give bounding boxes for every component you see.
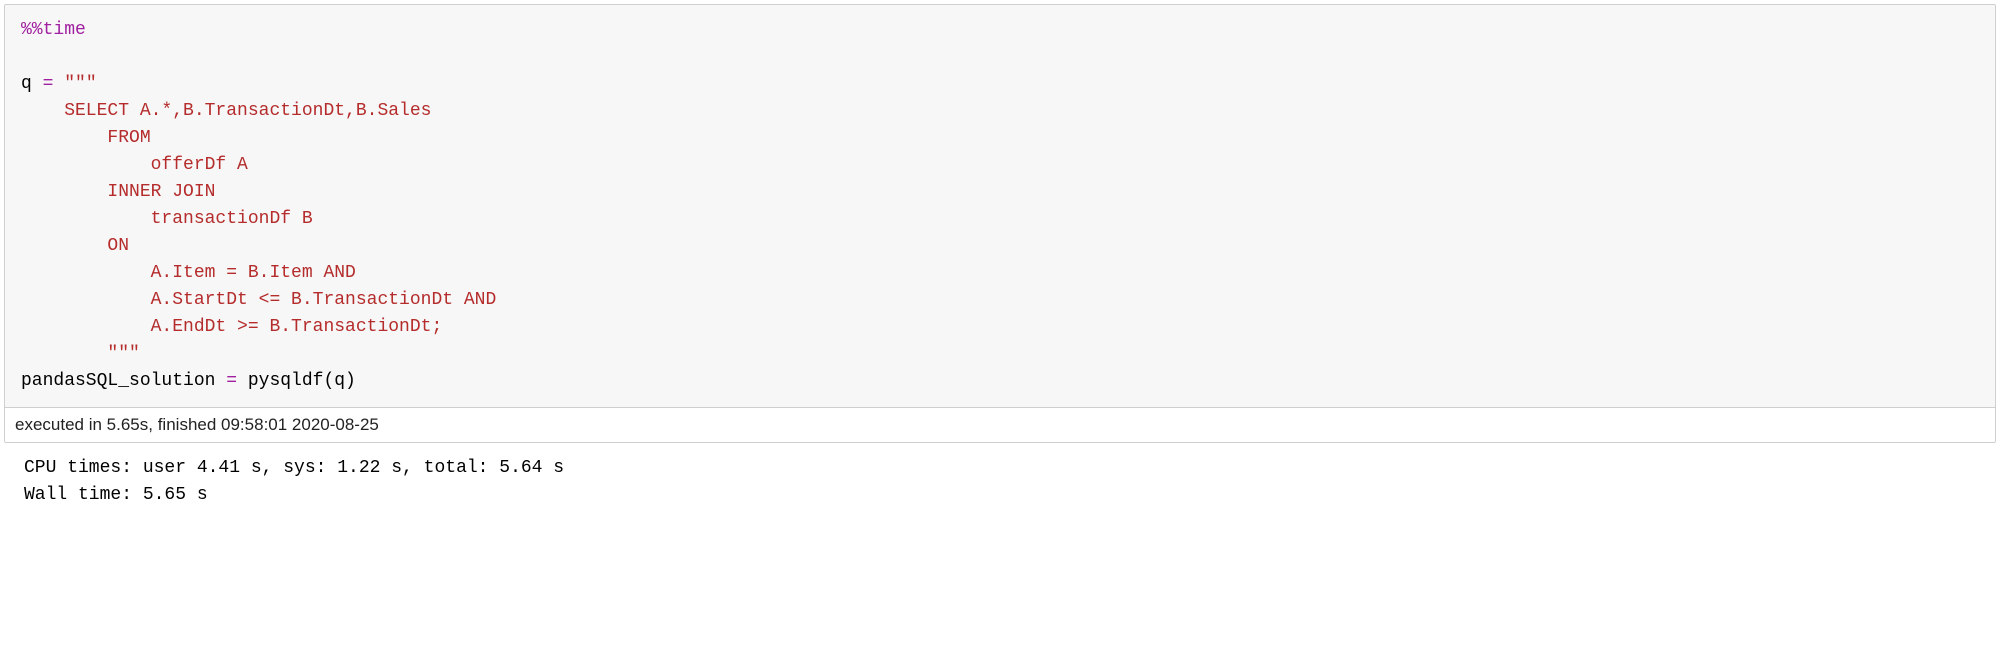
code-token-func: pysqldf(q) bbox=[248, 371, 356, 391]
code-token-op: = bbox=[43, 74, 65, 94]
code-input-area[interactable]: %%time q = """ SELECT A.*,B.TransactionD… bbox=[5, 5, 1995, 407]
code-token-str: """ bbox=[64, 74, 96, 94]
code-token-str: A.Item = B.Item AND bbox=[21, 263, 356, 283]
code-token-str: INNER JOIN bbox=[21, 182, 215, 202]
cell-output: CPU times: user 4.41 s, sys: 1.22 s, tot… bbox=[4, 443, 1996, 515]
magic-command: %%time bbox=[21, 20, 86, 40]
code-token-str: ON bbox=[21, 236, 129, 256]
code-token-str: A.StartDt <= B.TransactionDt AND bbox=[21, 290, 496, 310]
output-line: Wall time: 5.65 s bbox=[24, 485, 208, 505]
output-line: CPU times: user 4.41 s, sys: 1.22 s, tot… bbox=[24, 458, 564, 478]
code-token-str: """ bbox=[21, 344, 140, 364]
code-token-str: offerDf A bbox=[21, 155, 248, 175]
code-token-str: transactionDf B bbox=[21, 209, 313, 229]
code-token-op: = bbox=[226, 371, 248, 391]
code-token-var: q bbox=[21, 74, 43, 94]
code-token-str: SELECT A.*,B.TransactionDt,B.Sales bbox=[21, 101, 431, 121]
code-token-var: pandasSQL_solution bbox=[21, 371, 226, 391]
code-token-str: A.EndDt >= B.TransactionDt; bbox=[21, 317, 442, 337]
code-token-str: FROM bbox=[21, 128, 151, 148]
execution-info: executed in 5.65s, finished 09:58:01 202… bbox=[5, 407, 1995, 442]
notebook-cell: %%time q = """ SELECT A.*,B.TransactionD… bbox=[4, 4, 1996, 443]
